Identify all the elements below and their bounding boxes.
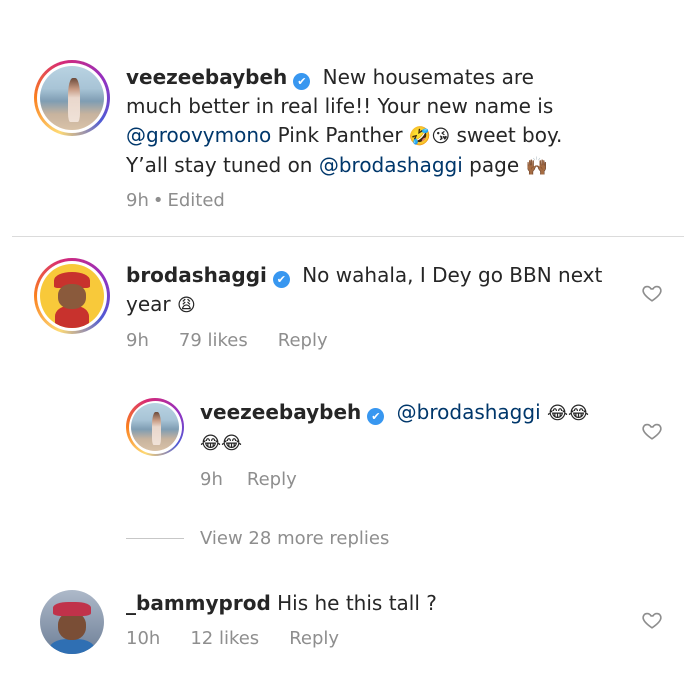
comment-meta: 9h • Edited [126, 190, 255, 211]
comment-username[interactable]: _bammyprod [126, 591, 271, 615]
view-replies-line [126, 538, 184, 539]
heart-outline-icon[interactable] [641, 609, 663, 631]
reply-comment: veezeebaybeh ✔ @brodashaggi 😂😂 😂😂 [200, 398, 620, 458]
verified-badge-icon: ✔ [272, 271, 290, 288]
mention-link[interactable]: @groovymono [126, 123, 271, 147]
likes-count[interactable]: 79 likes [179, 330, 248, 351]
emoji: 🙌🏾 [525, 156, 548, 177]
likes-count[interactable]: 12 likes [190, 628, 259, 649]
comment-text: His he this tall ? [277, 591, 437, 615]
comment-veezeebaybeh: veezeebaybeh ✔ New housemates are much be… [126, 63, 646, 181]
emoji: 😂😂 [200, 433, 243, 454]
edited-label: Edited [167, 190, 225, 211]
comment-text: New housemates are [322, 65, 534, 89]
comment-bammyprod: _bammyprod His he this tall ? [126, 589, 626, 618]
emoji: 😩 [176, 295, 196, 316]
reply-meta: 9h Reply [200, 469, 327, 490]
comment-text: sweet boy. [450, 123, 563, 147]
emoji: 🤣😘 [408, 126, 451, 147]
mention-link[interactable]: @brodashaggi [319, 153, 463, 177]
comment-brodashaggi: brodashaggi ✔ No wahala, I Dey go BBN nex… [126, 261, 626, 320]
comment-text: Pink Panther [271, 123, 409, 147]
comment-text: much better in real life!! Your new name… [126, 94, 554, 118]
heart-outline-icon[interactable] [641, 420, 663, 442]
comment-meta: 10h 12 likes Reply [126, 628, 369, 649]
avatar-bammyprod[interactable] [40, 590, 104, 654]
reply-button[interactable]: Reply [247, 469, 297, 490]
verified-badge-icon: ✔ [293, 73, 311, 90]
divider [12, 236, 684, 237]
comment-meta: 9h 79 likes Reply [126, 330, 358, 351]
reply-time: 9h [200, 469, 223, 490]
avatar-brodashaggi[interactable] [34, 258, 110, 334]
comment-text: page [462, 153, 526, 177]
reply-username[interactable]: veezeebaybeh [200, 400, 361, 424]
verified-badge-icon: ✔ [367, 408, 385, 425]
comment-text: No wahala, I Dey go BBN next [302, 263, 603, 287]
separator: • [152, 190, 164, 211]
comment-username[interactable]: brodashaggi [126, 263, 267, 287]
reply-button[interactable]: Reply [278, 330, 328, 351]
comment-time: 9h [126, 330, 149, 351]
comment-text: year [126, 292, 177, 316]
comment-username[interactable]: veezeebaybeh [126, 65, 287, 89]
heart-outline-icon[interactable] [641, 282, 663, 304]
avatar-veezeebaybeh[interactable] [34, 60, 110, 136]
comment-text: Y’all stay tuned on [126, 153, 319, 177]
reply-button[interactable]: Reply [289, 628, 339, 649]
comment-time: 9h [126, 190, 149, 211]
comment-time: 10h [126, 628, 161, 649]
mention-link[interactable]: @brodashaggi [397, 400, 541, 424]
view-more-replies[interactable]: View 28 more replies [200, 528, 389, 549]
avatar-veezeebaybeh-reply[interactable] [126, 398, 184, 456]
emoji: 😂😂 [546, 403, 590, 424]
